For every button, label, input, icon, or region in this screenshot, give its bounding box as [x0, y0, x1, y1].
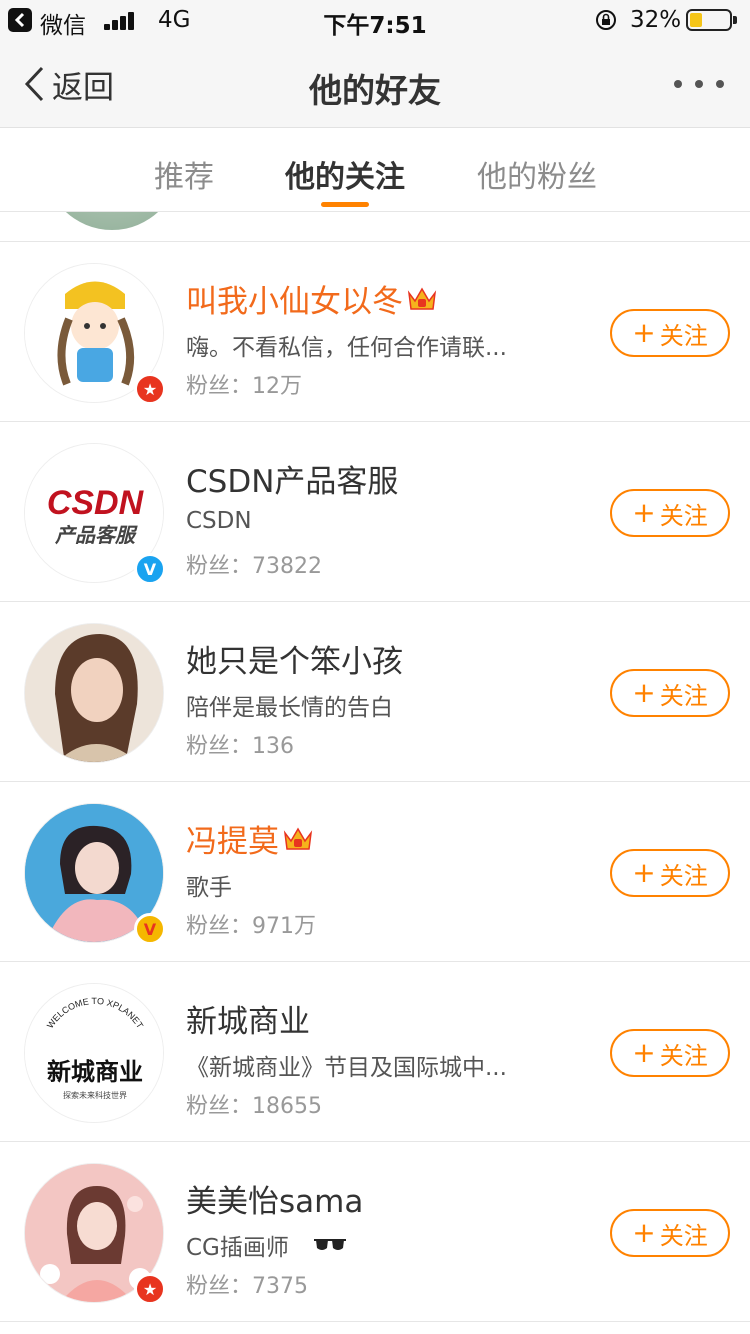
verified-v-icon: V — [134, 553, 166, 585]
user-name[interactable]: 美美怡sama — [186, 1176, 363, 1221]
vip-crown-icon — [283, 827, 313, 850]
svg-text:探索未来科技世界: 探索未来科技世界 — [63, 1090, 127, 1100]
verified-star-icon: ★ — [134, 1273, 166, 1305]
fans-count: 粉丝：12万 — [186, 374, 303, 399]
follow-button[interactable]: + 关注 — [610, 1209, 730, 1257]
user-name[interactable]: 叫我小仙女以冬 — [186, 276, 437, 321]
active-tab-indicator — [321, 202, 369, 207]
status-bar: 微信 4G 下午7:51 32% — [0, 0, 750, 40]
fans-count: 粉丝：136 — [186, 734, 295, 759]
tab-recommend[interactable]: 推荐 — [154, 152, 214, 196]
tab-bar: 推荐 他的关注 他的粉丝 — [0, 128, 750, 212]
tab-following[interactable]: 他的关注 — [285, 152, 405, 196]
tab-fans[interactable]: 他的粉丝 — [477, 152, 597, 196]
fans-count: 粉丝：18655 — [186, 1094, 323, 1119]
user-description: 嗨。不看私信，任何合作请联... — [186, 335, 507, 361]
user-name[interactable]: 她只是个笨小孩 — [186, 636, 403, 681]
avatar — [44, 212, 180, 230]
plus-icon: + — [632, 676, 656, 709]
battery-percent: 32% — [630, 7, 682, 33]
plus-icon: + — [632, 1216, 656, 1249]
user-name[interactable]: 冯提莫 — [186, 816, 313, 861]
sunglasses-icon — [313, 1239, 346, 1250]
user-description: CSDN — [186, 508, 252, 534]
follow-button[interactable]: + 关注 — [610, 309, 730, 357]
user-description: 歌手 — [186, 875, 232, 901]
fans-count: 粉丝：73822 — [186, 554, 323, 579]
battery-icon — [686, 9, 737, 31]
plus-icon: + — [632, 316, 656, 349]
plus-icon: + — [632, 1036, 656, 1069]
list-item[interactable]: V 冯提莫 歌手 粉丝：971万 + 关注 — [0, 782, 750, 962]
fans-count: 粉丝：7375 — [186, 1274, 309, 1299]
more-icon[interactable] — [674, 78, 724, 90]
page-title: 他的好友 — [309, 71, 441, 110]
verified-v-icon: V — [134, 913, 166, 945]
user-description: CG插画师 — [186, 1228, 347, 1262]
vip-crown-icon — [407, 287, 437, 310]
verified-star-icon: ★ — [134, 373, 166, 405]
svg-text:产品客服: 产品客服 — [54, 523, 138, 547]
list-item-partial[interactable] — [0, 212, 750, 242]
fans-count: 粉丝：971万 — [186, 914, 317, 939]
svg-text:CSDN: CSDN — [47, 484, 145, 522]
nav-bar: 返回 他的好友 — [0, 40, 750, 128]
rotation-lock-icon — [596, 10, 616, 30]
avatar[interactable]: WELCOME TO XPLANET 新城商业 探索未来科技世界 — [24, 983, 164, 1123]
user-description: 《新城商业》节目及国际城中... — [186, 1055, 507, 1081]
list-item[interactable]: ★ 美美怡sama CG插画师 粉丝：7375 + 关注 — [0, 1142, 750, 1322]
follow-button[interactable]: + 关注 — [610, 489, 730, 537]
user-description: 陪伴是最长情的告白 — [186, 695, 393, 721]
follow-button[interactable]: + 关注 — [610, 669, 730, 717]
follow-button[interactable]: + 关注 — [610, 1029, 730, 1077]
svg-text:新城商业: 新城商业 — [47, 1058, 143, 1086]
list-item[interactable]: WELCOME TO XPLANET 新城商业 探索未来科技世界 新城商业 《新… — [0, 962, 750, 1142]
user-name[interactable]: 新城商业 — [186, 996, 310, 1041]
list-item[interactable]: 她只是个笨小孩 陪伴是最长情的告白 粉丝：136 + 关注 — [0, 602, 750, 782]
avatar[interactable] — [24, 623, 164, 763]
header: 微信 4G 下午7:51 32% 返回 他的好友 — [0, 0, 750, 128]
user-name[interactable]: CSDN产品客服 — [186, 456, 398, 501]
list-item[interactable]: ★ 叫我小仙女以冬 嗨。不看私信，任何合作请联... 粉丝：12万 + 关注 — [0, 242, 750, 422]
list-item[interactable]: CSDN 产品客服 V CSDN产品客服 CSDN 粉丝：73822 + 关注 — [0, 422, 750, 602]
plus-icon: + — [632, 856, 656, 889]
follow-button[interactable]: + 关注 — [610, 849, 730, 897]
plus-icon: + — [632, 496, 656, 529]
